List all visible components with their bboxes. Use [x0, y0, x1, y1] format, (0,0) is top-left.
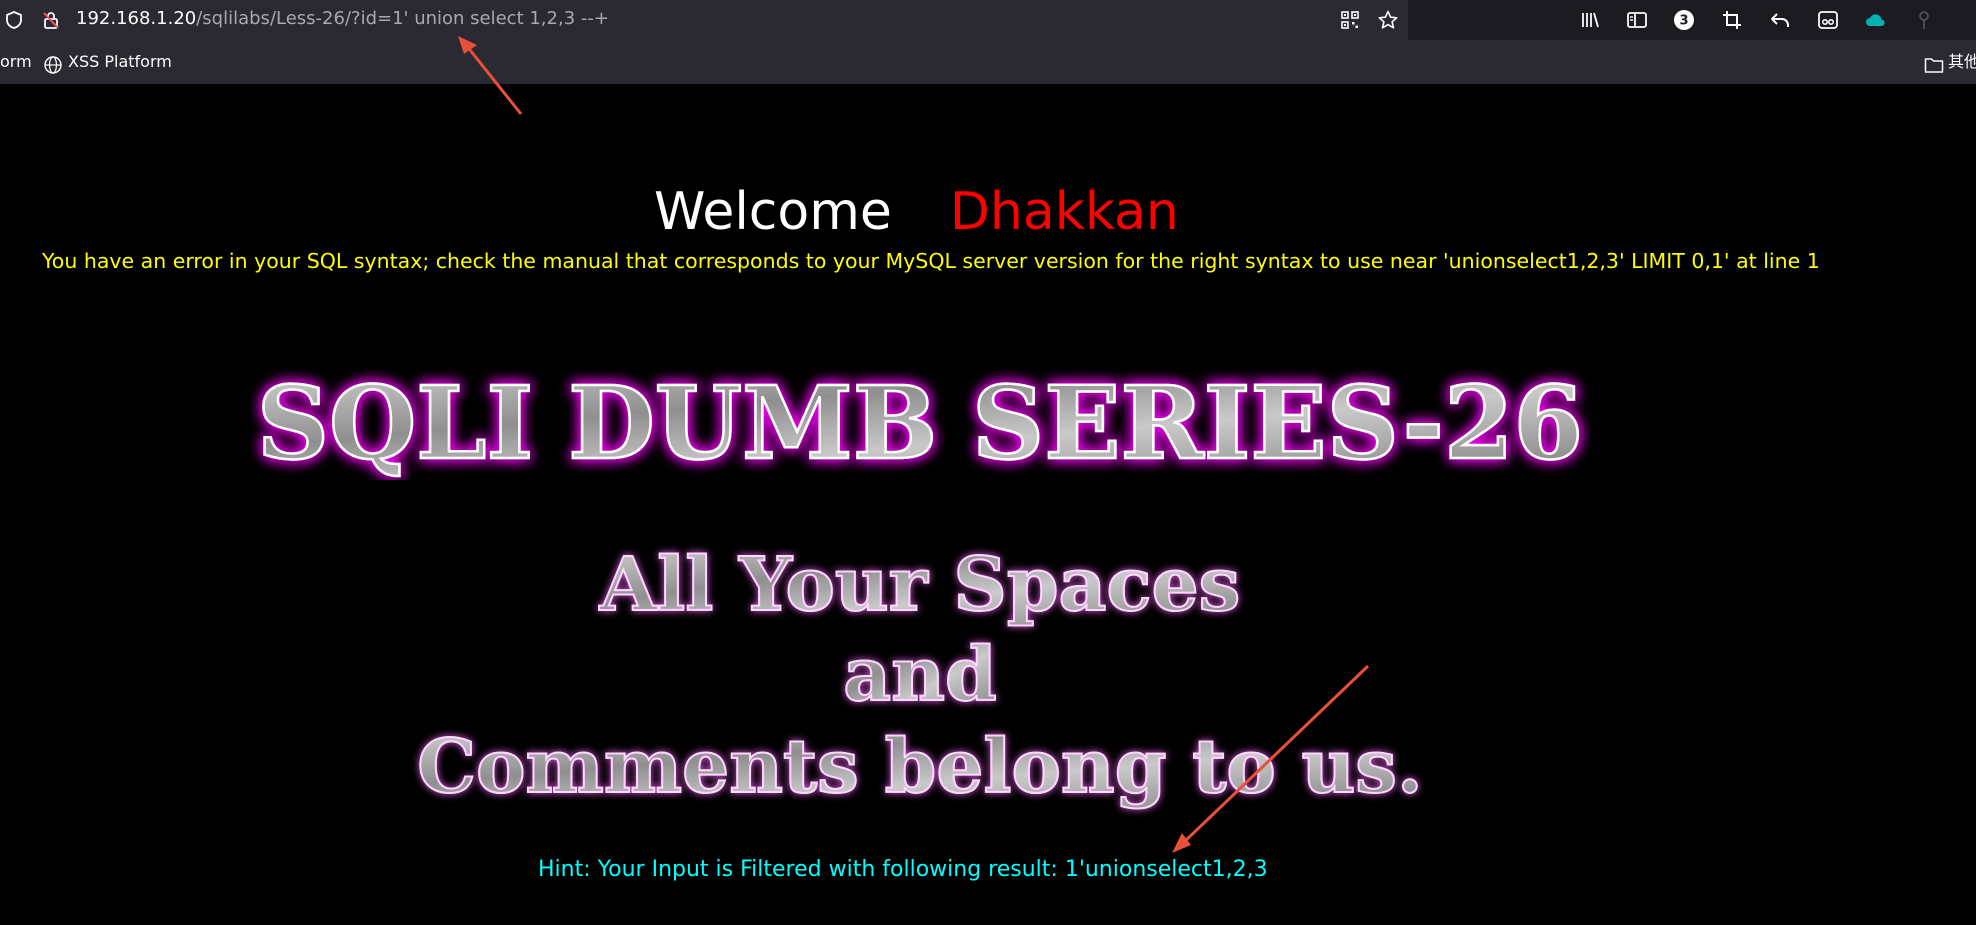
bookmarks-toolbar: orm XSS Platform 其他: [0, 40, 1976, 84]
library-icon[interactable]: [1578, 8, 1602, 32]
sql-error-message: You have an error in your SQL syntax; ch…: [42, 249, 1820, 273]
url-path: /sqlilabs/Less-26/?id=1' union select 1,…: [196, 8, 609, 29]
slogan-line-3: Comments belong to us.: [417, 724, 1422, 810]
address-bar[interactable]: 192.168.1.20/sqlilabs/Less-26/?id=1' uni…: [0, 0, 1408, 40]
url-host: 192.168.1.20: [76, 8, 197, 29]
undo-icon[interactable]: [1768, 8, 1792, 32]
bookmark-partial[interactable]: orm: [0, 51, 32, 73]
bookmark-xss-platform[interactable]: XSS Platform: [68, 51, 172, 73]
qr-code-icon[interactable]: [1339, 9, 1361, 31]
filter-hint: Hint: Your Input is Filtered with follow…: [538, 857, 1268, 882]
url-text[interactable]: 192.168.1.20/sqlilabs/Less-26/?id=1' uni…: [76, 8, 609, 30]
welcome-name: Dhakkan: [949, 182, 1179, 242]
slogan-line-2: and: [843, 632, 997, 718]
folder-icon: [1924, 58, 1944, 73]
account-badge-count: 3: [1679, 14, 1688, 29]
mask-icon[interactable]: [1816, 8, 1840, 32]
lock-icon[interactable]: [40, 9, 62, 31]
globe-icon: [44, 56, 62, 74]
pin-icon[interactable]: [1912, 8, 1936, 32]
title-banner-text: SQLI DUMB SERIES-26: [257, 364, 1583, 480]
welcome-heading: Welcome Dhakkan: [654, 180, 1179, 244]
shield-icon[interactable]: [4, 10, 24, 30]
welcome-label: Welcome: [654, 182, 892, 242]
crop-icon[interactable]: [1720, 8, 1744, 32]
sidebar-icon[interactable]: [1625, 8, 1649, 32]
account-badge-icon[interactable]: 3: [1672, 8, 1696, 32]
title-banner-image: SQLI DUMB SERIES-26: [256, 363, 1585, 480]
slogan-image: All Your Spaces and Comments belong to u…: [416, 541, 1423, 811]
bookmark-other-folder[interactable]: 其他: [1948, 51, 1976, 73]
browser-toolbar: 192.168.1.20/sqlilabs/Less-26/?id=1' uni…: [0, 0, 1976, 40]
slogan-line-1: All Your Spaces: [599, 542, 1241, 628]
cloud-icon[interactable]: [1864, 8, 1888, 32]
star-icon[interactable]: [1377, 9, 1399, 31]
